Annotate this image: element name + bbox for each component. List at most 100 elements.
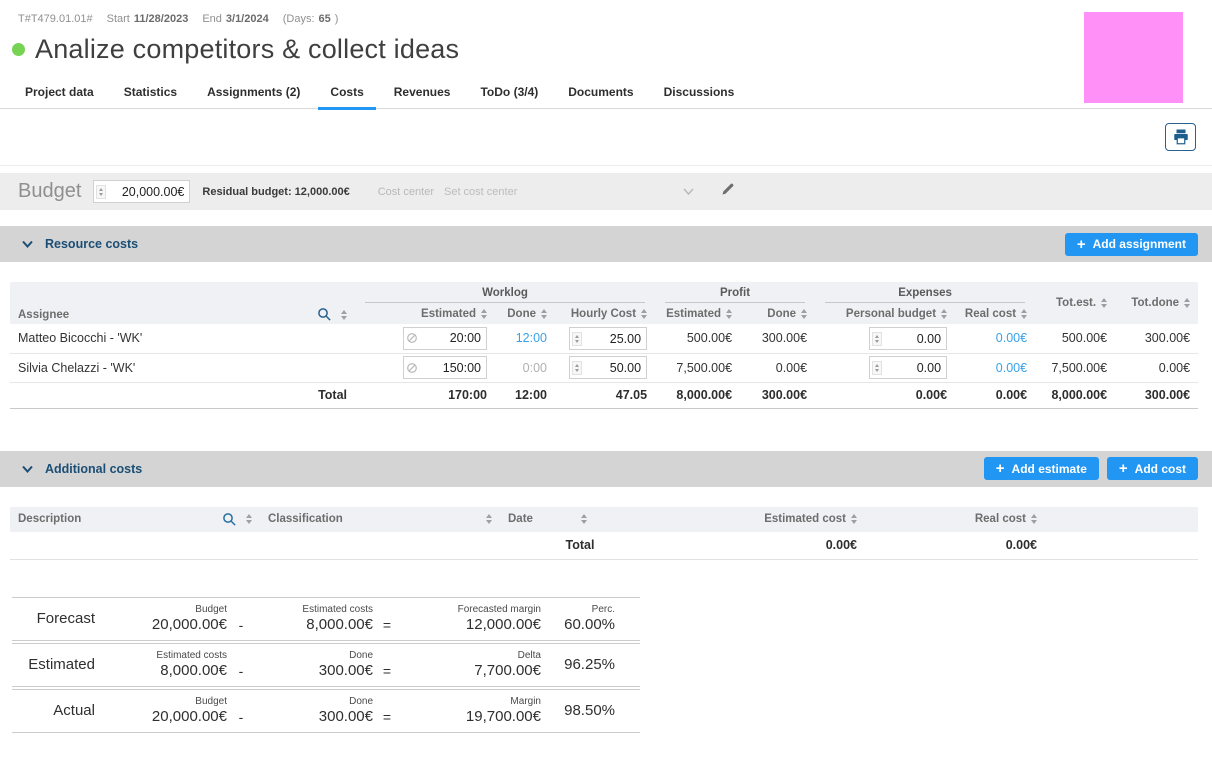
resource-costs-title[interactable]: Resource costs (45, 237, 138, 251)
total-personal-budget: 0.00€ (815, 382, 955, 408)
sort-tot-est-icon[interactable] (1101, 298, 1107, 308)
tab-revenues[interactable]: Revenues (379, 79, 466, 108)
search-icon[interactable] (222, 512, 237, 527)
minus-sign: - (227, 663, 255, 680)
classification-header: Classification (260, 507, 500, 532)
prohibited-icon (406, 362, 418, 374)
plus-icon: + (1119, 461, 1128, 476)
tab-todo[interactable]: ToDo (3/4) (465, 79, 553, 108)
budget-input-box (93, 180, 190, 203)
sort-assignee-icon[interactable] (341, 310, 347, 320)
sort-classification-icon[interactable] (486, 514, 492, 524)
worklog-done-link[interactable]: 12:00 (516, 331, 547, 345)
profit-done-value: 0.00€ (740, 353, 815, 382)
real-cost-link[interactable]: 0.00€ (996, 361, 1027, 375)
sort-worklog-estimated-icon[interactable] (481, 309, 487, 319)
table-row: Silvia Chelazzi - 'WK' 0:00 (10, 353, 1198, 382)
filler-header (1045, 507, 1198, 532)
additional-costs-title[interactable]: Additional costs (45, 462, 142, 476)
sort-profit-estimated-icon[interactable] (726, 309, 732, 319)
cost-center-select[interactable]: Set cost center (444, 186, 694, 198)
mini-label: Forecasted margin (401, 603, 541, 616)
personal-budget-input-box (869, 327, 947, 350)
assignee-name: Matteo Bicocchi - 'WK' (10, 324, 355, 353)
date-header: Date (500, 507, 660, 532)
real-cost-link[interactable]: 0.00€ (996, 331, 1027, 345)
page: T#T479.01.01# Start11/28/2023 End3/1/202… (0, 0, 1212, 770)
worklog-estimated-input[interactable] (421, 361, 481, 375)
spinner-icon[interactable] (872, 361, 882, 375)
print-button[interactable] (1165, 123, 1196, 151)
profit-done-value: 300.00€ (740, 324, 815, 353)
estimated-row: Estimated Estimated costs8,000.00€ - Don… (12, 643, 640, 687)
personal-budget-header: Personal budget (815, 303, 955, 324)
edit-budget-icon[interactable] (720, 181, 736, 202)
sticky-note[interactable] (1084, 12, 1183, 103)
resource-costs-total-row: Total 170:00 12:00 47.05 8,000.00€ 300.0… (10, 382, 1198, 408)
add-estimate-button[interactable]: + Add estimate (984, 457, 1099, 480)
sort-personal-budget-icon[interactable] (941, 309, 947, 319)
empty-cell (260, 532, 500, 560)
budget-bar: Budget Residual budget: 12,000.00€ Cost … (0, 173, 1212, 210)
total-real-cost: 0.00€ (865, 532, 1045, 560)
chevron-down-icon (683, 188, 694, 195)
toolbar (0, 109, 1212, 166)
profit-estimated-value: 7,500.00€ (655, 353, 740, 382)
hourly-cost-input[interactable] (585, 361, 641, 375)
worklog-estimated-input[interactable] (421, 331, 481, 345)
mini-label: Done (255, 695, 373, 708)
profit-done-header: Done (740, 303, 815, 324)
sort-tot-done-icon[interactable] (1184, 298, 1190, 308)
personal-budget-input[interactable] (885, 332, 941, 346)
total-tot-done: 300.00€ (1115, 382, 1198, 408)
budget-amount-input[interactable] (109, 185, 184, 199)
search-icon[interactable] (317, 307, 332, 322)
spinner-icon[interactable] (572, 361, 582, 375)
add-cost-label: Add cost (1135, 462, 1186, 476)
sort-estimated-cost-icon[interactable] (851, 514, 857, 524)
task-code: T#T479.01.01# (18, 13, 93, 25)
value: 20,000.00€ (107, 708, 227, 726)
tot-est-value: 500.00€ (1035, 324, 1115, 353)
tab-assignments[interactable]: Assignments (2) (192, 79, 315, 108)
hourly-cost-input[interactable] (585, 332, 641, 346)
sort-hourly-cost-icon[interactable] (641, 309, 647, 319)
add-assignment-label: Add assignment (1093, 237, 1186, 251)
days-prefix: (Days: (283, 13, 315, 25)
sort-real-cost-icon[interactable] (1021, 309, 1027, 319)
row-label: Forecast (12, 610, 107, 627)
value: 20,000.00€ (107, 616, 227, 634)
personal-budget-input[interactable] (885, 361, 941, 375)
add-assignment-button[interactable]: + Add assignment (1065, 233, 1198, 256)
tot-done-value: 300.00€ (1115, 324, 1198, 353)
tab-statistics[interactable]: Statistics (109, 79, 192, 108)
sort-profit-done-icon[interactable] (801, 309, 807, 319)
forecast-row: Forecast Budget20,000.00€ - Estimated co… (12, 597, 640, 641)
total-tot-est: 8,000.00€ (1035, 382, 1115, 408)
tab-project-data[interactable]: Project data (10, 79, 109, 108)
sort-worklog-done-icon[interactable] (541, 309, 547, 319)
tab-discussions[interactable]: Discussions (649, 79, 750, 108)
empty-cell (10, 532, 260, 560)
end-date: 3/1/2024 (226, 13, 269, 25)
collapse-additional-costs-icon[interactable] (22, 465, 33, 473)
total-label: Total (500, 532, 660, 560)
mini-label: Margin (401, 695, 541, 708)
description-header: Description (10, 507, 260, 532)
printer-icon (1172, 128, 1190, 146)
percentage: 98.50% (541, 702, 615, 720)
minus-sign: - (227, 709, 255, 726)
spinner-icon[interactable] (572, 332, 582, 346)
collapse-resource-costs-icon[interactable] (22, 240, 33, 248)
sort-description-icon[interactable] (246, 514, 252, 524)
tab-costs[interactable]: Costs (315, 79, 378, 108)
spinner-icon[interactable] (96, 185, 106, 199)
mini-label: Perc. (541, 603, 615, 616)
tab-documents[interactable]: Documents (553, 79, 648, 108)
sort-date-icon[interactable] (581, 514, 587, 524)
sort-real-cost-icon[interactable] (1031, 514, 1037, 524)
tot-done-header: Tot.done (1115, 282, 1198, 324)
profit-estimated-header: Estimated (655, 303, 740, 324)
spinner-icon[interactable] (872, 332, 882, 346)
add-cost-button[interactable]: + Add cost (1107, 457, 1198, 480)
